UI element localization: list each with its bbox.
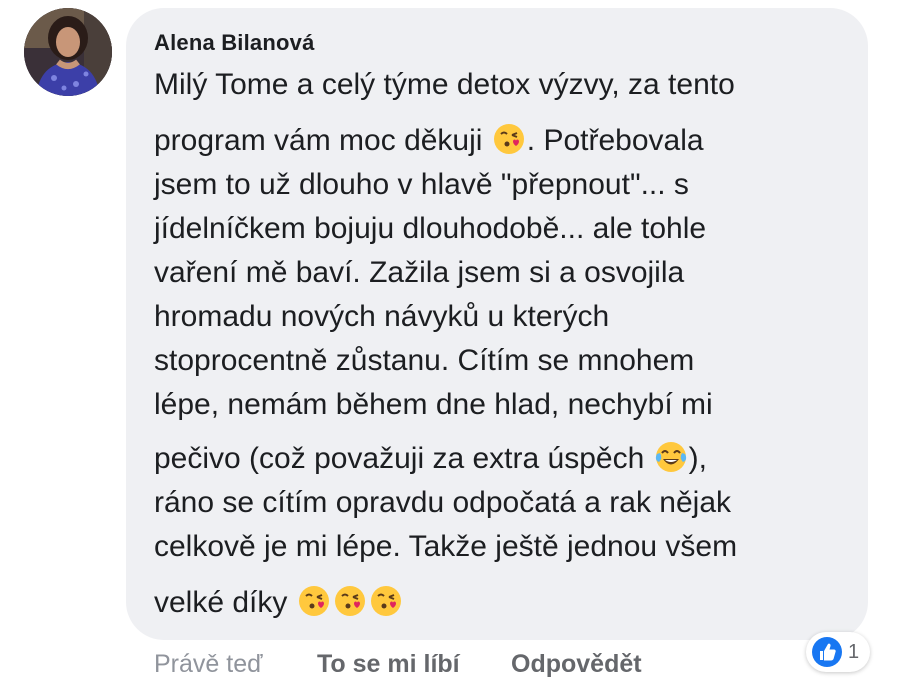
- comment-line: hromadu nových návyků u kterých: [154, 300, 610, 333]
- author-avatar[interactable]: [24, 8, 112, 96]
- thumbs-up-icon: [812, 637, 842, 667]
- comment-line: program vám moc děkuji . Potřebovala: [154, 122, 704, 157]
- reaction-count: 1: [848, 641, 860, 663]
- face-blowing-kiss-icon: [492, 122, 526, 156]
- comment-line: lépe, nemám během dne hlad, nechybí mi: [154, 388, 713, 421]
- comment-line: Milý Tome a celý týme detox výzvy, za te…: [154, 68, 735, 101]
- author-name[interactable]: Alena Bilanová: [154, 30, 315, 56]
- comment-line: stoprocentně zůstanu. Cítím se mnohem: [154, 344, 695, 377]
- comment-line: celkově je mi lépe. Takže ještě jednou v…: [154, 530, 738, 563]
- timestamp-label: Právě teď: [154, 650, 263, 678]
- face-blowing-kiss-icon: [297, 584, 331, 618]
- comment-line: vaření mě baví. Zažila jsem si a osvojil…: [154, 256, 685, 289]
- face-blowing-kiss-icon: [369, 584, 403, 618]
- comment-line: velké díky: [154, 584, 404, 620]
- face-blowing-kiss-icon: [333, 584, 367, 618]
- comment-line: pečivo (což považuji za extra úspěch ),: [154, 440, 707, 475]
- comment-line: jsem to už dlouho v hlavě "přepnout"... …: [154, 168, 689, 201]
- reply-button[interactable]: Odpovědět: [511, 648, 642, 680]
- comment-timestamp[interactable]: Právě teď: [154, 648, 262, 680]
- face-with-tears-of-joy-icon: [654, 440, 688, 474]
- comment-line: jídelníčkem bojuju dlouhodobě... ale toh…: [154, 212, 707, 245]
- reaction-summary[interactable]: 1: [806, 632, 870, 672]
- comment-line: ráno se cítím opravdu odpočatá a rak něj…: [154, 486, 732, 519]
- like-button[interactable]: To se mi líbí: [317, 648, 460, 680]
